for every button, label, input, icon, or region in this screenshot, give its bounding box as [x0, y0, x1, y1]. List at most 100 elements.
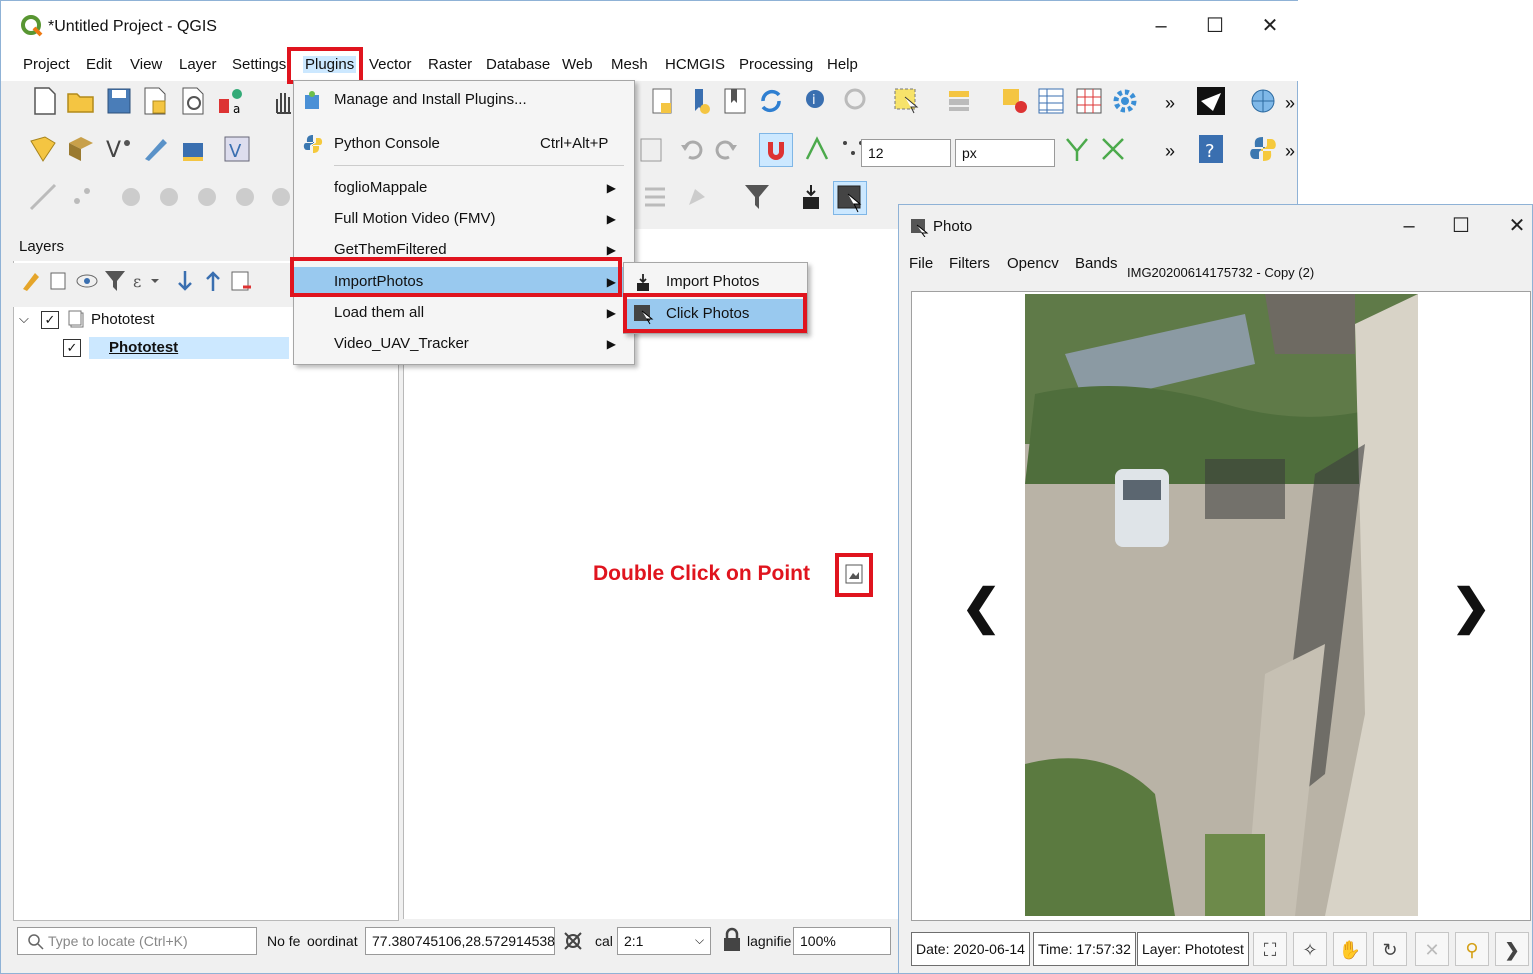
layer-row[interactable]: ✓ Phototest	[63, 337, 293, 361]
menu-mesh[interactable]: Mesh	[611, 56, 648, 73]
python-icon[interactable]	[1247, 133, 1279, 165]
save-as-icon[interactable]	[139, 85, 171, 117]
toolbar-overflow-1[interactable]: »	[1165, 93, 1175, 114]
data-source-manager-icon[interactable]	[27, 133, 59, 165]
new-project-icon[interactable]	[29, 85, 61, 117]
zoom-extent-icon[interactable]: ⛶	[1253, 932, 1287, 966]
align-icon[interactable]	[639, 181, 671, 213]
print-layout-icon[interactable]	[177, 85, 209, 117]
identify-icon[interactable]: i	[801, 85, 833, 117]
vertex-tool-icon[interactable]	[115, 181, 147, 213]
menu-processing[interactable]: Processing	[739, 56, 813, 73]
menu-item-load-them-all[interactable]: Load them all ▶	[294, 298, 632, 328]
redo-icon[interactable]	[711, 133, 743, 165]
move-feature-icon[interactable]	[153, 181, 185, 213]
intersection-icon[interactable]	[1097, 133, 1129, 165]
rotate-icon[interactable]: ↻	[1373, 932, 1407, 966]
menu-web[interactable]: Web	[562, 56, 593, 73]
refresh-icon[interactable]	[755, 85, 787, 117]
add-gps-icon[interactable]	[177, 133, 209, 165]
remove-layer-icon[interactable]	[229, 269, 253, 293]
import-photos-icon[interactable]	[795, 181, 827, 213]
photo-close-button[interactable]: ✕	[1495, 209, 1533, 243]
add-delimited-text-icon[interactable]: V	[103, 133, 135, 165]
menu-edit[interactable]: Edit	[86, 56, 112, 73]
menu-item-fogliomappale[interactable]: foglioMappale ▶	[294, 173, 632, 203]
filter-funnel-icon[interactable]	[741, 181, 773, 213]
maximize-button[interactable]: ☐	[1193, 9, 1237, 43]
menu-view[interactable]: View	[130, 56, 162, 73]
select-by-value-icon[interactable]	[945, 85, 977, 117]
open-folder-icon[interactable]	[65, 85, 97, 117]
undo-icon[interactable]	[675, 133, 707, 165]
paste-icon[interactable]	[635, 133, 667, 165]
add-point-icon[interactable]	[67, 181, 99, 213]
locator-search-input[interactable]: Type to locate (Ctrl+K)	[17, 927, 257, 955]
add-bookmark-icon[interactable]	[685, 85, 717, 117]
previous-photo-button[interactable]: ❮	[961, 579, 1001, 635]
annotation-icon[interactable]	[681, 181, 713, 213]
toolbar-overflow-4[interactable]: »	[1285, 141, 1295, 162]
menu-project[interactable]: Project	[23, 56, 70, 73]
measure-line-icon[interactable]	[27, 181, 59, 213]
photo-point-icon[interactable]	[844, 563, 864, 585]
group-checkbox[interactable]: ✓	[41, 311, 59, 329]
add-group-icon[interactable]	[47, 269, 71, 293]
select-features-icon[interactable]	[891, 85, 923, 117]
lock-scale-icon[interactable]	[721, 927, 743, 953]
visibility-eye-icon[interactable]	[75, 269, 99, 293]
add-vector-layer-icon[interactable]	[65, 133, 97, 165]
collapse-all-icon[interactable]	[201, 269, 225, 293]
scale-dropdown-icon[interactable]: ⌵	[695, 933, 704, 948]
measure-icon[interactable]	[841, 85, 873, 117]
photo-minimize-button[interactable]: –	[1387, 209, 1431, 243]
next-photo-button[interactable]: ❯	[1451, 579, 1491, 635]
digitize-icon[interactable]	[139, 133, 171, 165]
snap-unit-select[interactable]: px	[955, 139, 1055, 167]
menu-layer[interactable]: Layer	[179, 56, 217, 73]
menu-item-python-console[interactable]: Python Console Ctrl+Alt+P	[294, 129, 632, 159]
send-message-icon[interactable]	[1195, 85, 1227, 117]
snap-vertex-icon[interactable]	[801, 133, 833, 165]
menu-settings[interactable]: Settings	[232, 56, 286, 73]
zoom-in-icon[interactable]: ✧	[1293, 932, 1327, 966]
expression-filter-icon[interactable]: ε	[131, 269, 161, 293]
next-arrow-icon[interactable]: ❯	[1495, 932, 1529, 966]
toggle-extents-icon[interactable]	[561, 929, 585, 953]
photo-menu-file[interactable]: File	[909, 255, 933, 272]
filter-legend-icon[interactable]	[103, 269, 127, 293]
remove-icon[interactable]: ✕	[1415, 932, 1449, 966]
magnify-icon[interactable]: ⚲	[1455, 932, 1489, 966]
menu-vector[interactable]: Vector	[369, 56, 412, 73]
expand-all-icon[interactable]	[173, 269, 197, 293]
layer-group-row[interactable]: ⌵ ✓ Phototest	[19, 309, 299, 333]
style-manager-icon[interactable]: a	[215, 85, 247, 117]
expand-chevron-icon[interactable]: ⌵	[19, 311, 29, 327]
snap-tolerance-input[interactable]: 12	[861, 139, 951, 167]
photo-menu-filters[interactable]: Filters	[949, 255, 990, 272]
minimize-button[interactable]: –	[1139, 9, 1183, 43]
menu-item-fmv[interactable]: Full Motion Video (FMV) ▶	[294, 204, 632, 234]
deselect-icon[interactable]	[999, 85, 1031, 117]
menu-help[interactable]: Help	[827, 56, 858, 73]
show-bookmarks-icon[interactable]	[719, 85, 751, 117]
attribute-table-icon[interactable]	[1035, 85, 1067, 117]
trace-icon[interactable]	[1061, 133, 1093, 165]
magnifier-input[interactable]: 100%	[793, 927, 891, 955]
menu-raster[interactable]: Raster	[428, 56, 472, 73]
rotate-feature-icon[interactable]	[191, 181, 223, 213]
field-calculator-icon[interactable]	[1073, 85, 1105, 117]
menu-item-manage-plugins[interactable]: Manage and Install Plugins...	[294, 85, 632, 115]
save-icon[interactable]	[103, 85, 135, 117]
menu-database[interactable]: Database	[486, 56, 550, 73]
globe-plugin-icon[interactable]	[1247, 85, 1279, 117]
coordinate-field[interactable]: 77.380745106,28.572914538	[365, 927, 555, 955]
add-virtual-layer-icon[interactable]: V	[221, 133, 253, 165]
snapping-magnet-icon[interactable]	[759, 133, 793, 167]
scale-feature-icon[interactable]	[229, 181, 261, 213]
help-icon[interactable]: ?	[1195, 133, 1227, 165]
layer-style-icon[interactable]	[19, 269, 43, 293]
photo-menu-opencv[interactable]: Opencv	[1007, 255, 1059, 272]
menu-hcmgis[interactable]: HCMGIS	[665, 56, 725, 73]
toolbar-overflow-3[interactable]: »	[1165, 141, 1175, 162]
